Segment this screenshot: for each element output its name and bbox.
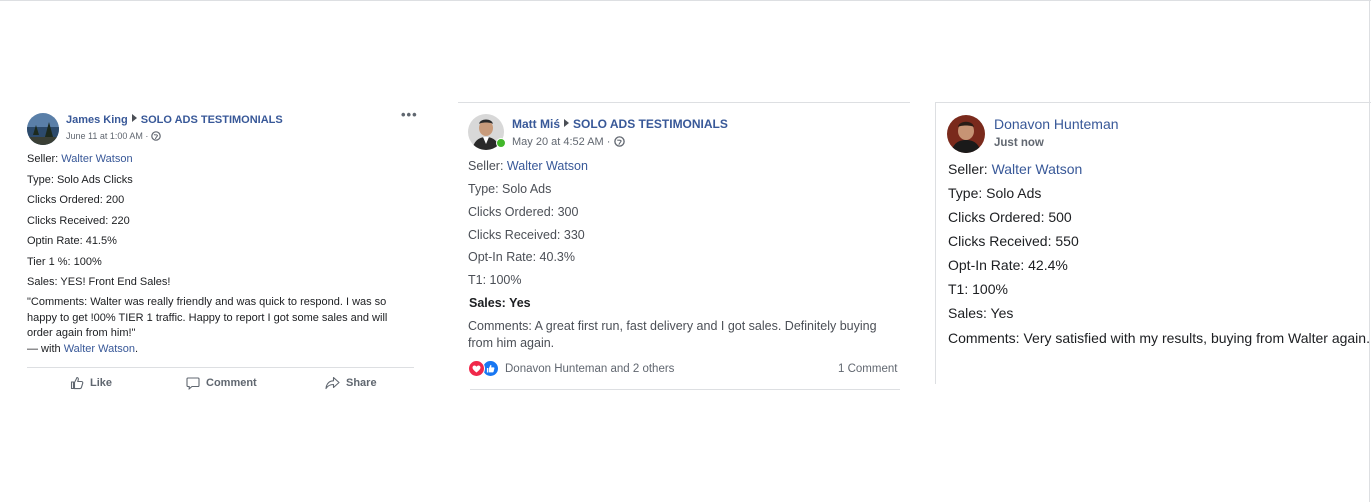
comment-line-1: "Comments: Walter was really friendly an… xyxy=(27,296,387,308)
type-line: Type: Solo Ads Clicks xyxy=(27,174,133,186)
comment-line-1: Comments: A great first run, fast delive… xyxy=(468,319,877,333)
t1-line: T1: 100% xyxy=(948,281,1008,297)
with-tag-line: — with Walter Watson. xyxy=(27,343,138,355)
caret-right-icon xyxy=(131,114,137,122)
thumbs-up-icon xyxy=(70,376,84,390)
post-timestamp[interactable]: June 11 at 1:00 AM xyxy=(66,131,143,141)
seller-line: Seller: Walter Watson xyxy=(27,153,133,165)
author-name-link[interactable]: Donavon Hunteman xyxy=(994,116,1119,132)
love-reaction-icon[interactable] xyxy=(468,360,485,377)
tier-line: Tier 1 %: 100% xyxy=(27,256,102,268)
caret-right-icon xyxy=(564,119,569,127)
sales-line: Sales: Yes xyxy=(469,296,531,310)
with-suffix: . xyxy=(135,343,139,355)
share-label: Share xyxy=(346,377,377,389)
post2-bottom-border xyxy=(470,389,900,390)
seller-label: Seller: xyxy=(468,159,507,173)
clicks-received-line: Clicks Received: 220 xyxy=(27,215,130,227)
share-arrow-icon xyxy=(325,376,340,390)
avatar[interactable] xyxy=(947,115,985,153)
post-matt-mis: Matt Miś SOLO ADS TESTIMONIALS May 20 at … xyxy=(458,102,910,402)
seller-line: Seller: Walter Watson xyxy=(948,161,1082,177)
post-meta: May 20 at 4:52 AM · xyxy=(512,136,625,148)
globe-icon xyxy=(151,131,161,141)
sales-line: Sales: Yes xyxy=(948,305,1014,321)
action-divider xyxy=(27,367,414,368)
clicks-ordered-line: Clicks Ordered: 500 xyxy=(948,209,1072,225)
post-james-king: James King SOLO ADS TESTIMONIALS June 11 … xyxy=(0,0,440,420)
seller-label: Seller: xyxy=(27,153,62,165)
comment-label: Comment xyxy=(206,377,257,389)
like-button[interactable]: Like xyxy=(70,376,112,390)
with-prefix: — with xyxy=(27,343,64,355)
comment-line-3: order again from him!" xyxy=(27,327,136,339)
optin-rate-line: Optin Rate: 41.5% xyxy=(27,235,117,247)
comments-count-link[interactable]: 1 Comment xyxy=(838,363,897,375)
post-meta: June 11 at 1:00 AM · xyxy=(66,131,161,141)
post-donavon-hunteman: Donavon Hunteman Just now Seller: Walter… xyxy=(936,102,1370,384)
author-name-link[interactable]: Matt Miś xyxy=(512,117,560,131)
speech-bubble-icon xyxy=(186,377,200,390)
post-timestamp[interactable]: Just now xyxy=(994,137,1044,149)
comment-line-2: from him again. xyxy=(468,336,555,350)
post-author-line: James King SOLO ADS TESTIMONIALS xyxy=(66,114,283,126)
tagged-user-link[interactable]: Walter Watson xyxy=(64,343,135,355)
clicks-received-line: Clicks Received: 550 xyxy=(948,233,1079,249)
avatar[interactable] xyxy=(27,113,59,145)
sales-line: Sales: YES! Front End Sales! xyxy=(27,276,171,288)
author-name-link[interactable]: James King xyxy=(66,114,128,126)
clicks-received-line: Clicks Received: 330 xyxy=(468,228,585,242)
seller-link[interactable]: Walter Watson xyxy=(992,161,1083,177)
seller-link[interactable]: Walter Watson xyxy=(61,153,132,165)
seller-link[interactable]: Walter Watson xyxy=(507,159,588,173)
group-name-link[interactable]: SOLO ADS TESTIMONIALS xyxy=(573,117,728,131)
clicks-ordered-line: Clicks Ordered: 300 xyxy=(468,205,579,219)
post-author-line: Matt Miś SOLO ADS TESTIMONIALS xyxy=(512,117,728,131)
group-name-link[interactable]: SOLO ADS TESTIMONIALS xyxy=(141,114,283,126)
seller-label: Seller: xyxy=(948,161,992,177)
comment-line: Comments: Very satisfied with my results… xyxy=(948,330,1370,346)
comment-line-2: happy to get !00% TIER 1 traffic. Happy … xyxy=(27,312,388,324)
reactions-summary[interactable]: Donavon Hunteman and 2 others xyxy=(505,363,674,375)
seller-line: Seller: Walter Watson xyxy=(468,159,588,173)
t1-line: T1: 100% xyxy=(468,273,522,287)
optin-rate-line: Opt-In Rate: 40.3% xyxy=(468,250,576,264)
optin-rate-line: Opt-In Rate: 42.4% xyxy=(948,257,1068,273)
type-line: Type: Solo Ads xyxy=(468,182,552,196)
like-label: Like xyxy=(90,377,113,389)
post-timestamp[interactable]: May 20 at 4:52 AM xyxy=(512,136,604,148)
ellipsis-icon[interactable]: ••• xyxy=(401,107,418,122)
globe-icon xyxy=(613,136,625,147)
share-button[interactable]: Share xyxy=(325,376,377,390)
comment-button[interactable]: Comment xyxy=(186,376,257,390)
online-status-dot xyxy=(496,138,506,148)
type-line: Type: Solo Ads xyxy=(948,185,1042,201)
clicks-ordered-line: Clicks Ordered: 200 xyxy=(27,194,125,206)
